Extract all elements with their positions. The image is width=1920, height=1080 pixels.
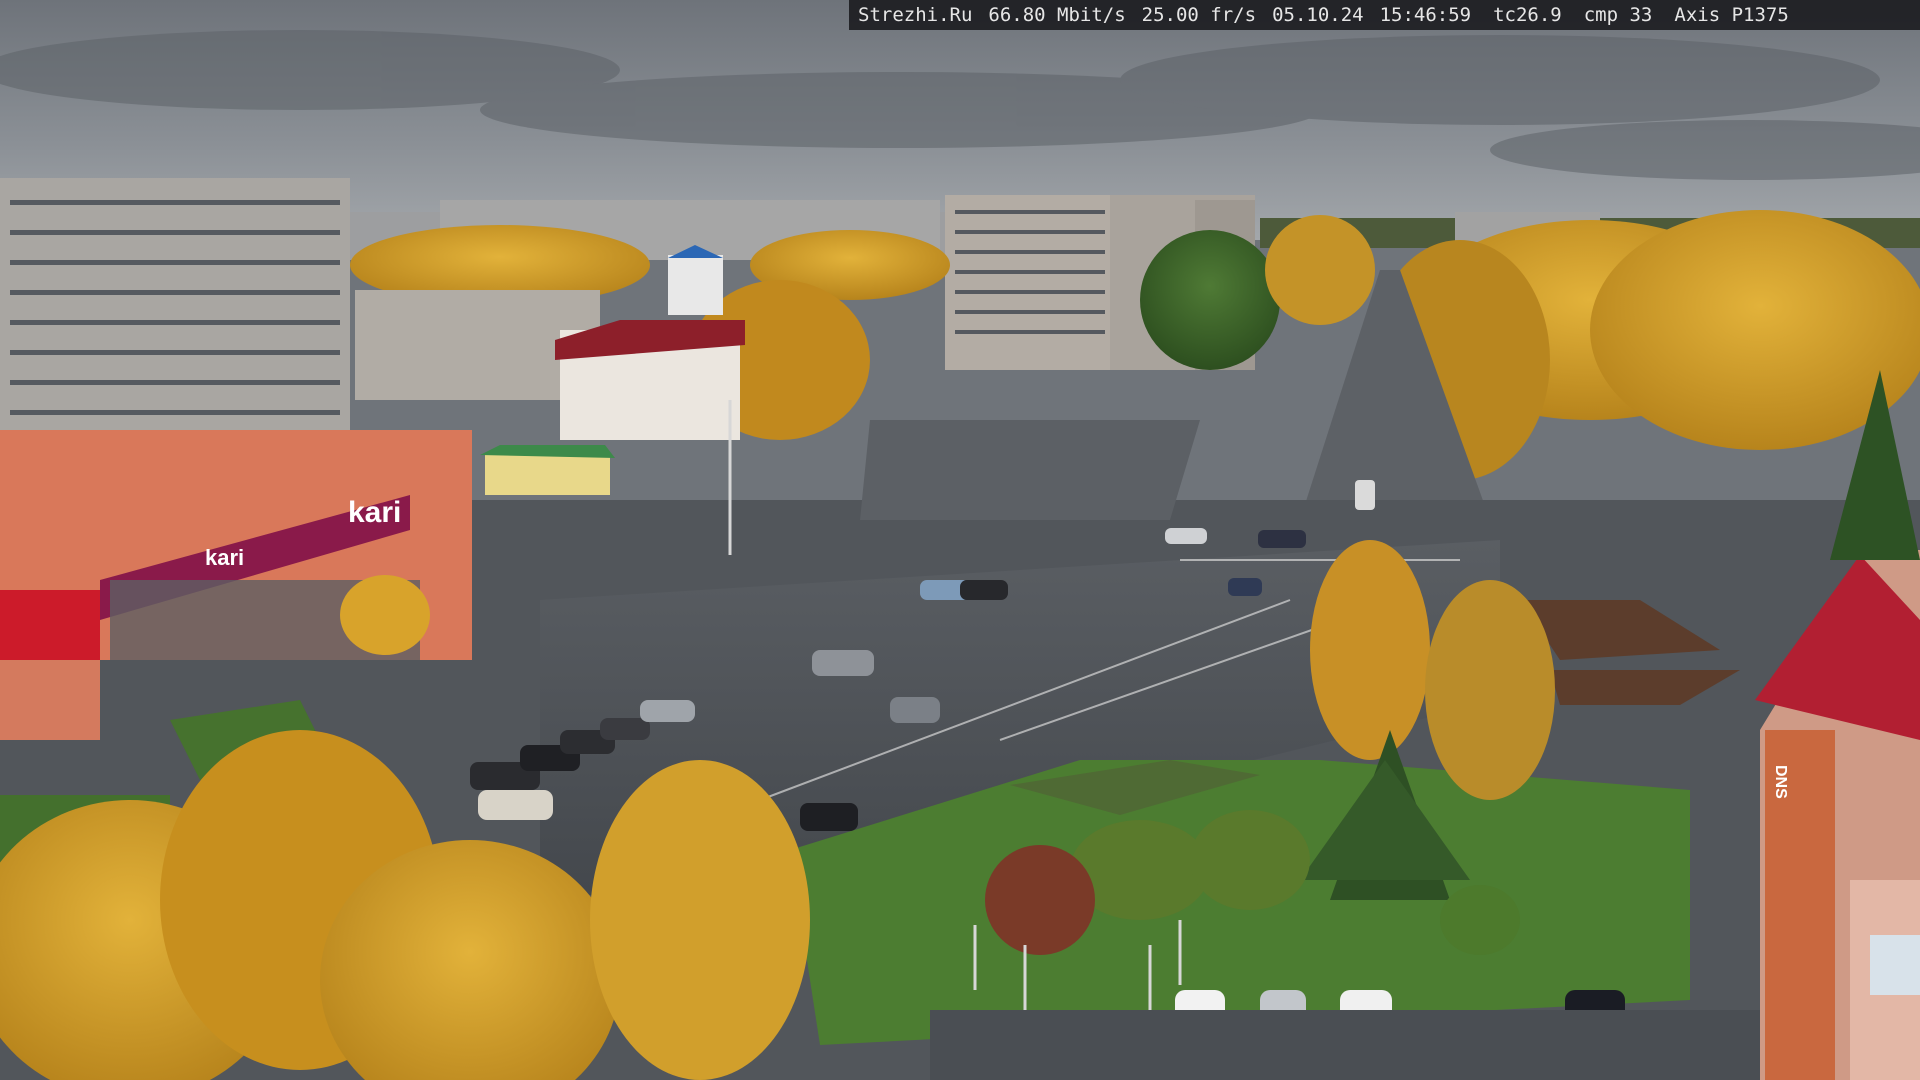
overlay-bitrate: 66.80 Mbit/s: [988, 4, 1126, 26]
store-sign-dns: DNS: [1772, 765, 1789, 799]
overlay-site: Strezhi.Ru: [858, 4, 973, 26]
overlay-tc: tc26.9: [1493, 4, 1562, 26]
parking-strip: [930, 1010, 1760, 1080]
store-sign-kari: kari: [348, 496, 401, 529]
pavilion: [480, 445, 615, 495]
central-plaza: [860, 420, 1200, 520]
camera-overlay-bar: Strezhi.Ru 66.80 Mbit/s 25.00 fr/s 05.10…: [849, 0, 1920, 30]
overlay-cmp: cmp 33: [1583, 4, 1653, 26]
overlay-time: 15:46:59: [1379, 4, 1472, 26]
store-banner-kari: kari: [205, 545, 244, 570]
webcam-scene: kari kari DNS: [0, 0, 1920, 1080]
overlay-framerate: 25.00 fr/s: [1141, 4, 1257, 26]
overlay-date: 05.10.24: [1272, 4, 1364, 26]
overlay-camera: Axis P1375: [1674, 4, 1789, 26]
